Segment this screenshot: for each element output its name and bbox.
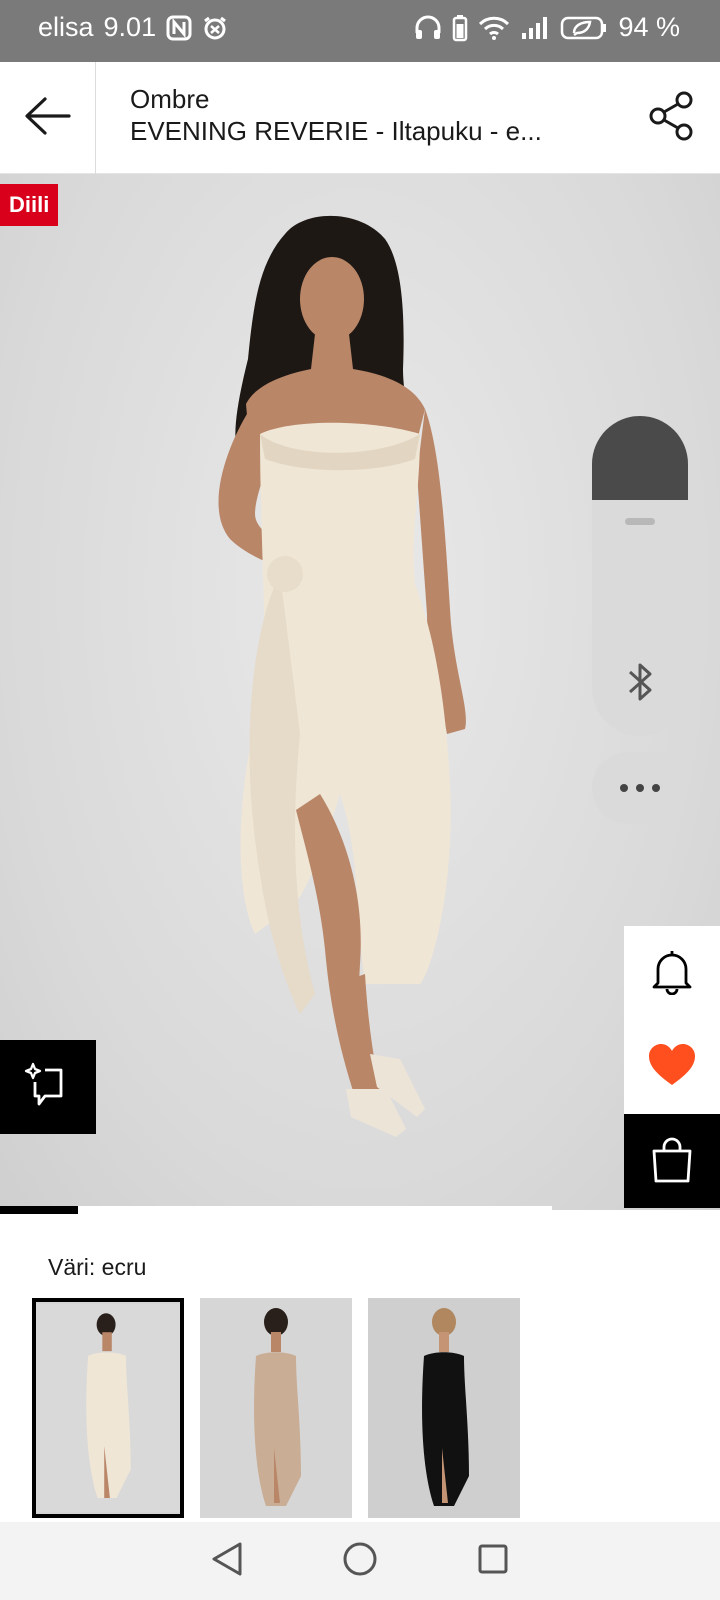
share-icon (646, 90, 698, 147)
deal-badge: Diili (0, 184, 59, 226)
product-header: Ombre EVENING REVERIE - Iltapuku - e... (0, 62, 720, 174)
wishlist-button[interactable] (624, 1020, 720, 1114)
color-option-black[interactable] (368, 1298, 520, 1518)
nav-back-button[interactable] (197, 1531, 257, 1591)
bluetooth-icon (622, 660, 658, 709)
volume-handle[interactable] (625, 518, 655, 525)
brand-name[interactable]: Ombre (130, 84, 610, 114)
signal-icon (520, 15, 550, 41)
nfc-icon (166, 15, 192, 41)
headphones-icon (414, 15, 442, 41)
color-option-ecru[interactable] (32, 1298, 184, 1518)
volume-slider[interactable] (592, 416, 688, 736)
bell-icon (652, 947, 692, 1000)
share-button[interactable] (644, 90, 700, 146)
add-to-bag-button[interactable] (624, 1114, 720, 1208)
product-image[interactable]: Diili (0, 174, 720, 1210)
volume-level (592, 416, 688, 500)
system-nav-bar (0, 1522, 720, 1600)
nav-recents-button[interactable] (463, 1531, 523, 1591)
carousel-progress-fill (0, 1206, 78, 1214)
back-button[interactable] (0, 62, 96, 174)
nav-home-button[interactable] (330, 1531, 390, 1591)
sparkle-chat-icon (23, 1060, 73, 1115)
home-circle-icon (342, 1541, 378, 1582)
ai-assist-button[interactable] (0, 1040, 96, 1134)
arrow-left-icon (23, 96, 73, 141)
model-photo (218, 215, 466, 1137)
status-right: 94 % (414, 12, 680, 43)
color-swatches (32, 1298, 520, 1518)
black-dress-thumbnail (368, 1298, 520, 1518)
status-left: elisa 9.01 (38, 12, 228, 43)
status-bar: elisa 9.01 94 % (0, 0, 720, 62)
wifi-icon (478, 15, 510, 41)
volume-more-button[interactable] (592, 752, 688, 824)
back-triangle-icon (210, 1541, 244, 1582)
battery-small-icon (452, 14, 468, 42)
bag-icon (650, 1135, 694, 1188)
time-label: 9.01 (103, 12, 157, 42)
image-carousel-progress (0, 1206, 552, 1214)
color-label: Väri: ecru (48, 1254, 147, 1280)
dot-icon (620, 784, 628, 792)
alarm-icon (202, 15, 228, 41)
ecru-dress-thumbnail (36, 1303, 180, 1513)
dot-icon (636, 784, 644, 792)
notify-button[interactable] (624, 926, 720, 1020)
carrier-label: elisa (38, 12, 94, 42)
battery-percent: 94 % (618, 12, 680, 42)
side-actions (624, 926, 720, 1208)
header-titles: Ombre EVENING REVERIE - Iltapuku - e... (130, 84, 610, 148)
dot-icon (652, 784, 660, 792)
taupe-dress-thumbnail (200, 1298, 352, 1518)
heart-icon (647, 1043, 697, 1092)
color-option-taupe[interactable] (200, 1298, 352, 1518)
product-title: EVENING REVERIE - Iltapuku - e... (130, 116, 542, 146)
recents-square-icon (477, 1543, 509, 1580)
battery-saver-icon (560, 15, 608, 41)
